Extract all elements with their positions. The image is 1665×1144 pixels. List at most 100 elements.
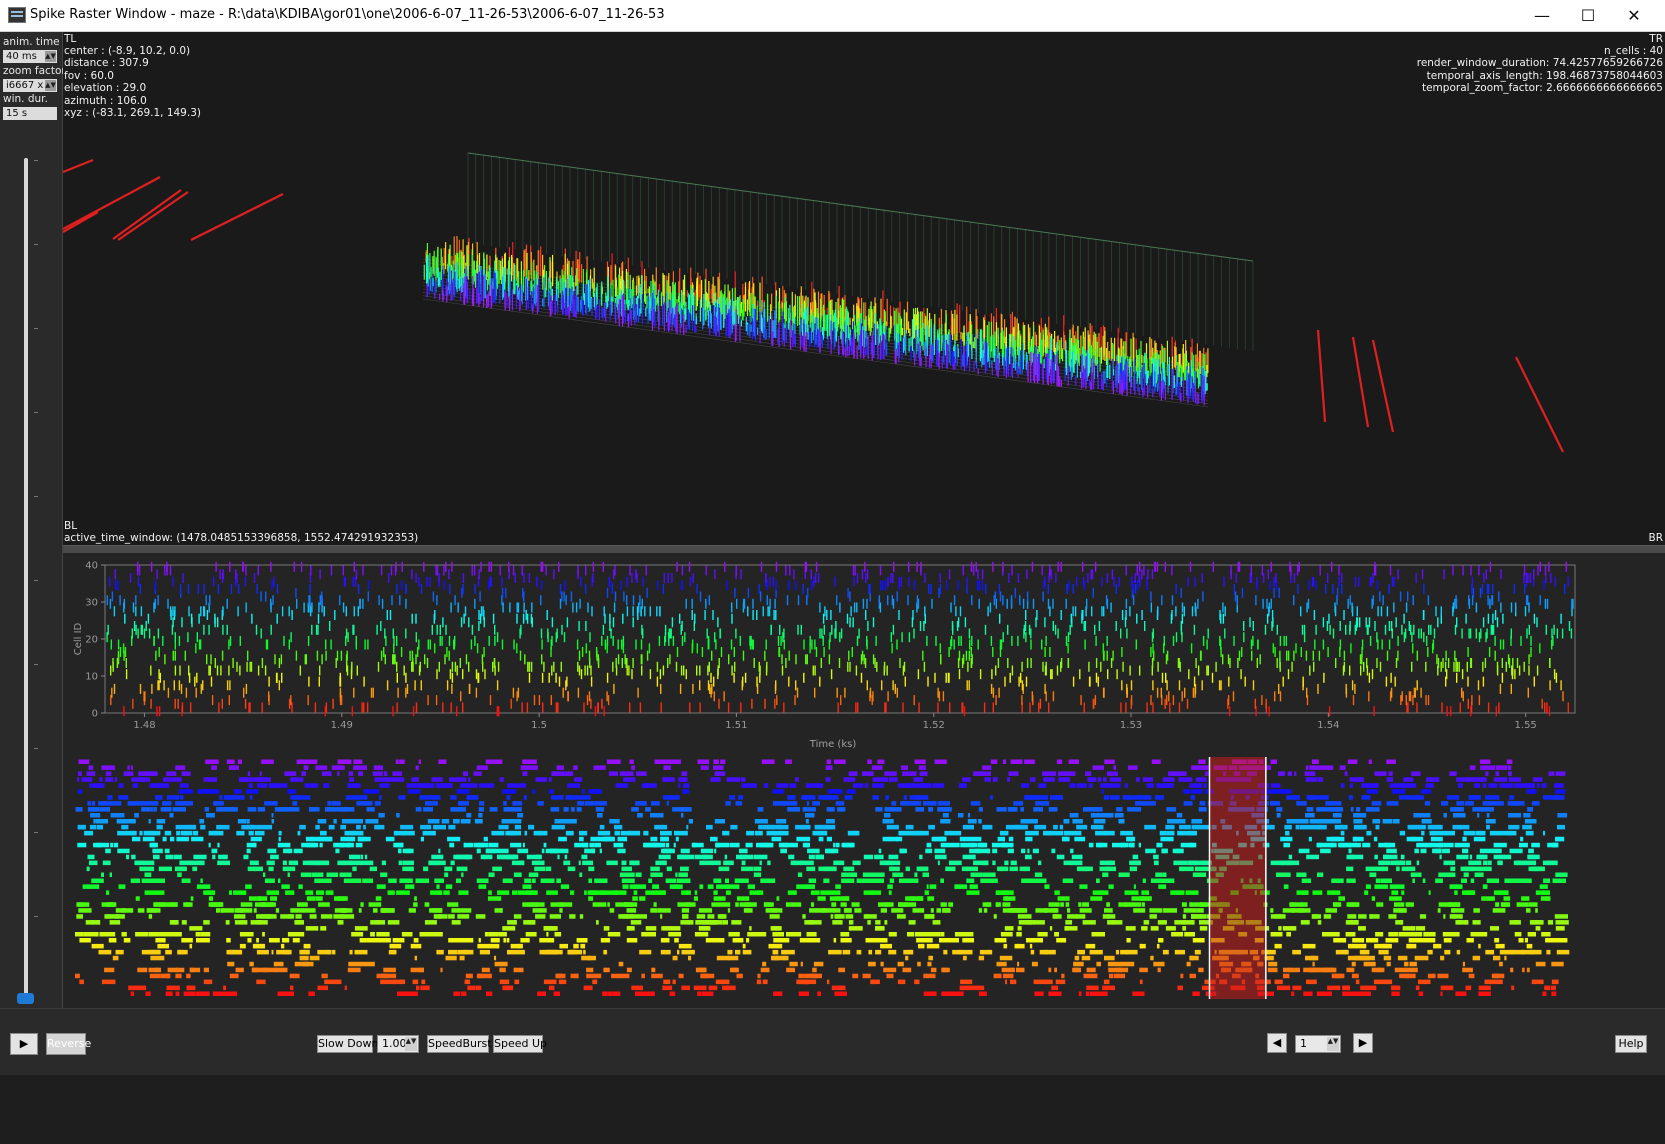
- overview-spike: [130, 991, 135, 996]
- overview-spike: [700, 973, 715, 979]
- slider-handle[interactable]: [17, 993, 34, 1004]
- overview-spike: [354, 926, 368, 931]
- render-info: n_cells : 40 render_window_duration: 74.…: [1417, 45, 1663, 95]
- overview-spike: [1524, 938, 1528, 943]
- overview-spike: [749, 926, 752, 931]
- close-button[interactable]: ✕: [1611, 0, 1657, 31]
- overview-spike: [476, 973, 491, 979]
- overview-spike: [749, 932, 762, 937]
- overview-spike: [448, 938, 454, 943]
- overview-spike: [1375, 932, 1384, 937]
- overview-spike: [1138, 991, 1143, 996]
- overview-spike: [725, 985, 731, 991]
- red-epoch-line: [1351, 336, 1370, 428]
- overview-spike: [418, 967, 424, 973]
- overview-spike: [880, 961, 884, 967]
- overview-spike: [147, 949, 153, 955]
- overview-spike: [1086, 967, 1096, 973]
- spin-arrows-icon[interactable]: ▲▼: [45, 51, 56, 62]
- overview-spike: [914, 979, 920, 985]
- overview-spike: [1555, 926, 1565, 931]
- red-epoch-line: [1515, 356, 1564, 453]
- overview-spike: [1276, 985, 1291, 991]
- overview-spike: [490, 938, 500, 943]
- overview-spike: [1526, 943, 1533, 949]
- overview-spike: [996, 961, 1007, 967]
- overview-spike: [1081, 955, 1091, 961]
- spin-arrows-icon[interactable]: ▲▼: [45, 80, 56, 91]
- overview-spike: [222, 991, 236, 996]
- overview-spike: [91, 943, 104, 949]
- raster-xtick-label: 1.52: [923, 720, 945, 731]
- slider-tick: [34, 664, 38, 665]
- raster-xtick-label: 1.5: [531, 720, 547, 731]
- overview-spike: [976, 985, 985, 991]
- overview-spike: [592, 979, 598, 985]
- overview-spike: [557, 973, 566, 979]
- overview-spike: [660, 938, 670, 943]
- overview-spike: [978, 955, 985, 961]
- render-window-duration: render_window_duration: 74.4257765926672…: [1416, 57, 1663, 70]
- overview-spike: [962, 985, 965, 991]
- overview-spike: [1526, 967, 1530, 973]
- overview-spike: [247, 938, 252, 943]
- time-slider[interactable]: [0, 158, 62, 1038]
- overview-spike: [499, 979, 510, 985]
- overview-spike: [570, 973, 578, 979]
- overview-spike: [1361, 955, 1365, 961]
- overview-spike: [1174, 920, 1186, 925]
- anim-time-spinbox[interactable]: 40 ms ▲▼: [3, 50, 57, 63]
- overview-spike: [112, 955, 119, 961]
- overview-spike: [1267, 967, 1278, 973]
- overview-spike: [1351, 961, 1356, 967]
- overview-spike: [1511, 985, 1515, 991]
- overview-spike: [1102, 985, 1115, 991]
- overview-spike: [756, 979, 762, 985]
- minimize-button[interactable]: —: [1519, 0, 1565, 31]
- overview-spike: [642, 949, 652, 955]
- overview-spike: [256, 949, 269, 955]
- overview-spike: [930, 967, 937, 973]
- overview-spike: [1274, 943, 1282, 949]
- overview-spikes: [75, 759, 1570, 996]
- overview-panel[interactable]: [63, 753, 1665, 1008]
- raster-ytick-label: 0: [92, 709, 98, 720]
- overview-spike: [697, 991, 702, 996]
- spike-3d-view[interactable]: TL center : (-8.9, 10.2, 0.0) distance :…: [63, 32, 1665, 545]
- overview-spike: [612, 991, 621, 996]
- win-dur-field[interactable]: 15 s: [3, 107, 57, 120]
- zoom-factor-spinbox[interactable]: i6667 x ▲▼: [3, 79, 57, 92]
- overview-spike: [907, 932, 915, 937]
- overview-spike: [773, 991, 783, 996]
- maximize-button[interactable]: ☐: [1565, 0, 1611, 31]
- overview-spike: [1078, 991, 1082, 996]
- overview-spike: [680, 920, 694, 925]
- overview-spike: [121, 932, 124, 937]
- overview-spike: [308, 991, 315, 996]
- raster-2d-panel[interactable]: 1.48 1.49 1.5 1.51 1.52 1.53 1.54 1.55 40 30 20 10 0…: [63, 553, 1665, 753]
- slider-tick: [34, 412, 38, 413]
- overview-spike: [349, 949, 353, 955]
- overview-spike: [1323, 932, 1330, 937]
- overview-raster[interactable]: [63, 753, 1665, 1008]
- overview-spike: [1405, 967, 1418, 973]
- overview-spike: [200, 932, 211, 937]
- overview-spike: [662, 985, 673, 991]
- overview-spike: [1048, 991, 1062, 996]
- overview-spike: [186, 991, 196, 996]
- slider-track[interactable]: [24, 158, 28, 1000]
- overview-spike: [420, 985, 430, 991]
- overview-spike: [1366, 938, 1372, 943]
- camera-distance: distance : 307.9: [64, 57, 149, 70]
- raster-3d-canvas[interactable]: [63, 32, 1665, 545]
- overview-spike: [143, 985, 147, 991]
- overview-spike: [1485, 949, 1495, 955]
- raster-2d-plot[interactable]: 1.48 1.49 1.5 1.51 1.52 1.53 1.54 1.55 40 30 20 10 0…: [63, 553, 1665, 753]
- overview-spike: [660, 949, 671, 955]
- overview-spike: [1001, 967, 1012, 973]
- raster-ytick-label: 20: [85, 635, 98, 646]
- slider-tick: [34, 748, 38, 749]
- overview-spike: [517, 949, 525, 955]
- overview-spike: [1290, 926, 1297, 931]
- overview-spike: [1391, 991, 1400, 996]
